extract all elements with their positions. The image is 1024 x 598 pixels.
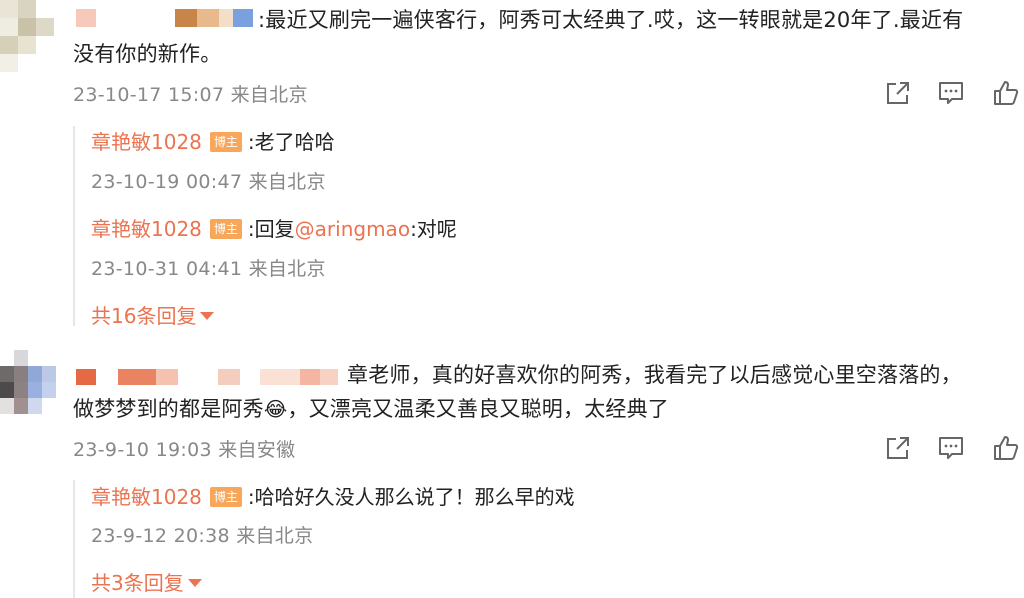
- comment-icon[interactable]: [938, 435, 964, 461]
- author-badge: 博主: [209, 219, 242, 239]
- reply-divider: [73, 126, 75, 326]
- author-badge: 博主: [209, 487, 242, 507]
- reply-1: 章艳敏1028 博主:老了哈哈: [91, 126, 335, 155]
- reply-text: :老了哈哈: [247, 130, 335, 154]
- more-replies-button[interactable]: 共3条回复: [91, 567, 202, 596]
- more-replies-label: 共3条回复: [91, 571, 184, 595]
- comment-text-part: ，又漂亮又温柔又善良又聪明，太经典了: [287, 397, 669, 421]
- comment-text: :最近又刷完一遍侠客行，阿秀可太经典了.哎，这一转眼就是20年了.最近有: [258, 8, 964, 32]
- reply-meta: 23-10-19 00:47 来自北京: [91, 171, 326, 193]
- reply-divider: [73, 480, 75, 598]
- reply-author[interactable]: 章艳敏1028: [91, 130, 202, 154]
- user-badge: [175, 9, 253, 27]
- chevron-down-icon: [187, 579, 202, 587]
- reply-meta: 23-9-12 20:38 来自北京: [91, 525, 314, 547]
- more-replies-label: 共16条回复: [91, 304, 197, 328]
- laughing-emoji-icon: 😂: [263, 397, 288, 421]
- reply-text-suffix: :对呢: [410, 217, 457, 241]
- like-icon[interactable]: [993, 80, 1019, 106]
- like-icon[interactable]: [993, 435, 1019, 461]
- comment-meta: 23-10-17 15:07 来自北京: [73, 84, 308, 106]
- mention-link[interactable]: @aringmao: [295, 217, 410, 241]
- avatar[interactable]: [0, 350, 56, 414]
- reply-meta: 23-10-31 04:41 来自北京: [91, 258, 326, 280]
- comment-text-part: 做梦梦到的都是阿秀: [73, 397, 264, 421]
- reply-2: 章艳敏1028 博主:回复@aringmao:对呢: [91, 213, 457, 242]
- comment-text-line2: 没有你的新作。: [73, 42, 222, 66]
- share-icon[interactable]: [885, 80, 911, 106]
- more-replies-button[interactable]: 共16条回复: [91, 300, 215, 329]
- avatar[interactable]: [0, 0, 54, 72]
- reply-author[interactable]: 章艳敏1028: [91, 485, 202, 509]
- share-icon[interactable]: [885, 435, 911, 461]
- comment-text: 章老师，真的好喜欢你的阿秀，我看完了以后感觉心里空落落的，: [347, 363, 962, 387]
- username[interactable]: [76, 369, 338, 385]
- reply-text-prefix: :回复: [247, 217, 295, 241]
- comment-meta: 23-9-10 19:03 来自安徽: [73, 439, 296, 461]
- username[interactable]: [76, 9, 96, 27]
- author-badge: 博主: [209, 132, 242, 152]
- comment-icon[interactable]: [938, 80, 964, 106]
- reply-author[interactable]: 章艳敏1028: [91, 217, 202, 241]
- comment-text-line2: 做梦梦到的都是阿秀😂，又漂亮又温柔又善良又聪明，太经典了: [73, 392, 669, 426]
- reply-text: :哈哈好久没人那么说了！那么早的戏: [247, 485, 575, 509]
- chevron-down-icon: [200, 312, 215, 320]
- reply-1: 章艳敏1028 博主:哈哈好久没人那么说了！那么早的戏: [91, 481, 575, 510]
